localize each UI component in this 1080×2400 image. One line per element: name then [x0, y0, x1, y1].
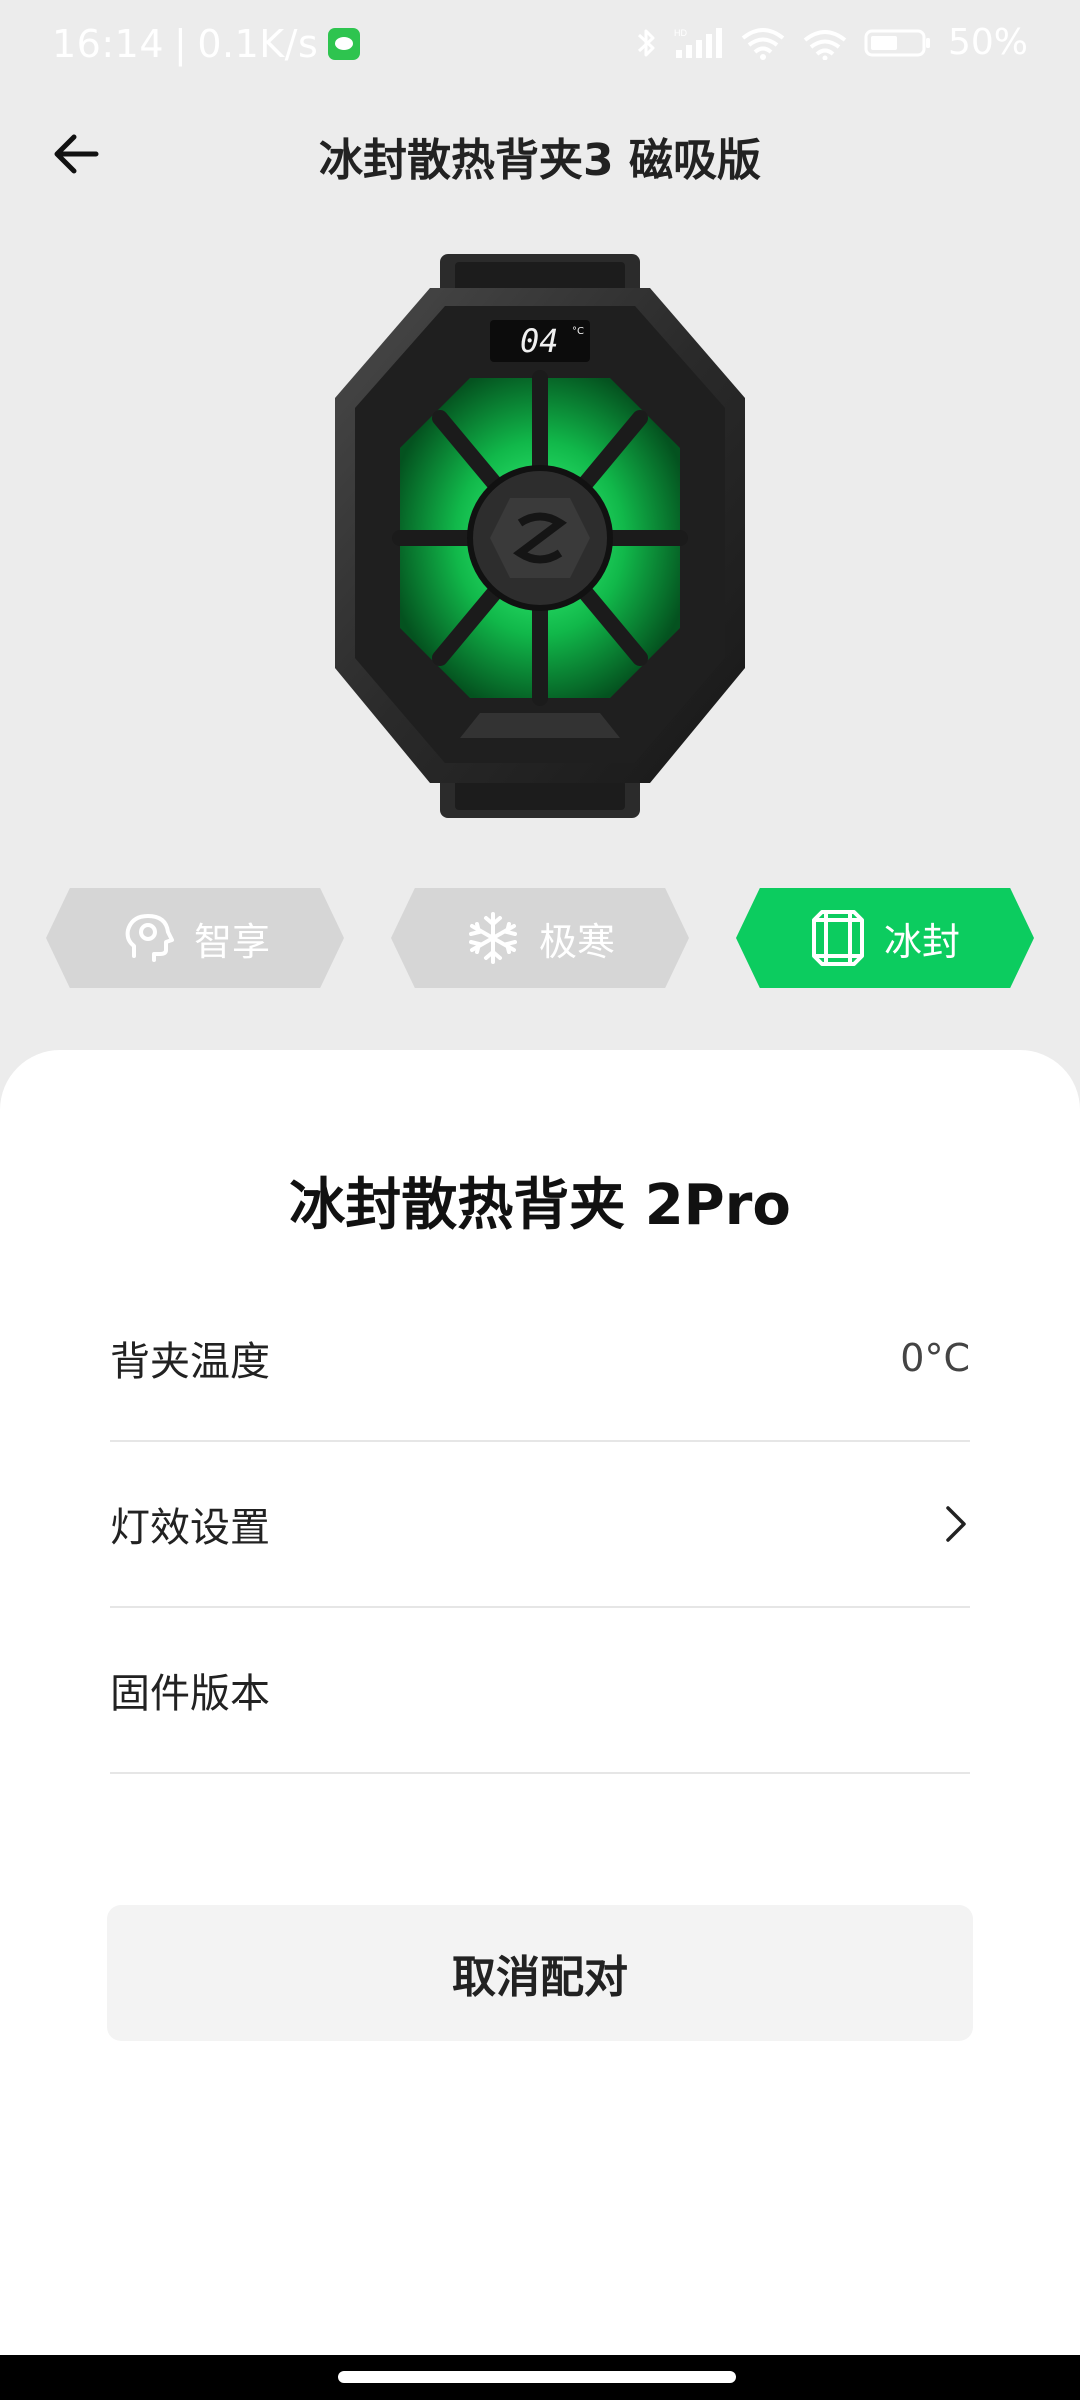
row-firmware-version: 固件版本 — [110, 1608, 970, 1774]
mode-label-extreme-cold: 极寒 — [538, 919, 615, 964]
hotspot-wifi-icon — [803, 29, 847, 60]
row-label-firmware: 固件版本 — [110, 1671, 270, 1717]
snowflake-icon — [465, 910, 521, 966]
status-bar: 16:14 | 0.1K/s HD 50% — [0, 0, 1080, 100]
screen: 16:14 | 0.1K/s HD 50% 冰封散热背夹3 磁吸版 04 °C … — [0, 0, 1080, 2400]
signal-icon: HD — [674, 27, 722, 58]
home-indicator[interactable] — [338, 2371, 736, 2383]
battery-percent: 50% — [947, 22, 1028, 63]
device-name-title: 冰封散热背夹 2Pro — [289, 1173, 791, 1238]
ice-cube-icon — [810, 908, 866, 968]
mode-label-smart: 智享 — [193, 919, 270, 964]
row-light-effect-settings[interactable]: 灯效设置 — [110, 1442, 970, 1608]
status-time: 16:14 — [52, 22, 165, 66]
mode-label-frozen: 冰封 — [883, 919, 960, 964]
cooler-illustration: 04 °C — [335, 254, 745, 818]
smart-head-icon — [120, 910, 176, 966]
bluetooth-icon — [637, 29, 655, 56]
device-info-sheet: 冰封散热背夹 2Pro 背夹温度 0°C 灯效设置 固件版本 取消配对 — [0, 1050, 1080, 2355]
mode-button-frozen[interactable]: 冰封 — [736, 888, 1034, 988]
status-right: HD 50% — [636, 22, 1028, 63]
row-value-temperature: 0°C — [900, 1336, 970, 1380]
unpair-button[interactable]: 取消配对 — [107, 1905, 973, 2041]
wechat-notification-icon — [328, 28, 361, 60]
svg-text:HD: HD — [674, 28, 687, 38]
row-label-temperature: 背夹温度 — [110, 1339, 270, 1385]
battery-icon — [864, 29, 930, 56]
mode-button-smart[interactable]: 智享 — [46, 888, 344, 988]
svg-text:°C: °C — [572, 326, 584, 337]
status-separator: | — [174, 22, 188, 66]
navigation-bar — [0, 2355, 1080, 2400]
mode-selector: 智享 极寒 冰封 — [46, 888, 1034, 988]
mode-button-extreme-cold[interactable]: 极寒 — [391, 888, 689, 988]
wifi-icon — [741, 27, 785, 60]
cooler-display-digits: 04 — [520, 322, 559, 360]
cooler-product-image: 04 °C — [320, 248, 760, 828]
row-label-light-effect: 灯效设置 — [110, 1505, 270, 1551]
status-net-speed: 0.1K/s — [197, 22, 319, 66]
chevron-right-icon — [946, 1506, 966, 1542]
row-clip-temperature: 背夹温度 0°C — [110, 1276, 970, 1442]
status-left: 16:14 | 0.1K/s — [52, 22, 361, 66]
page-title: 冰封散热背夹3 磁吸版 — [319, 135, 761, 186]
